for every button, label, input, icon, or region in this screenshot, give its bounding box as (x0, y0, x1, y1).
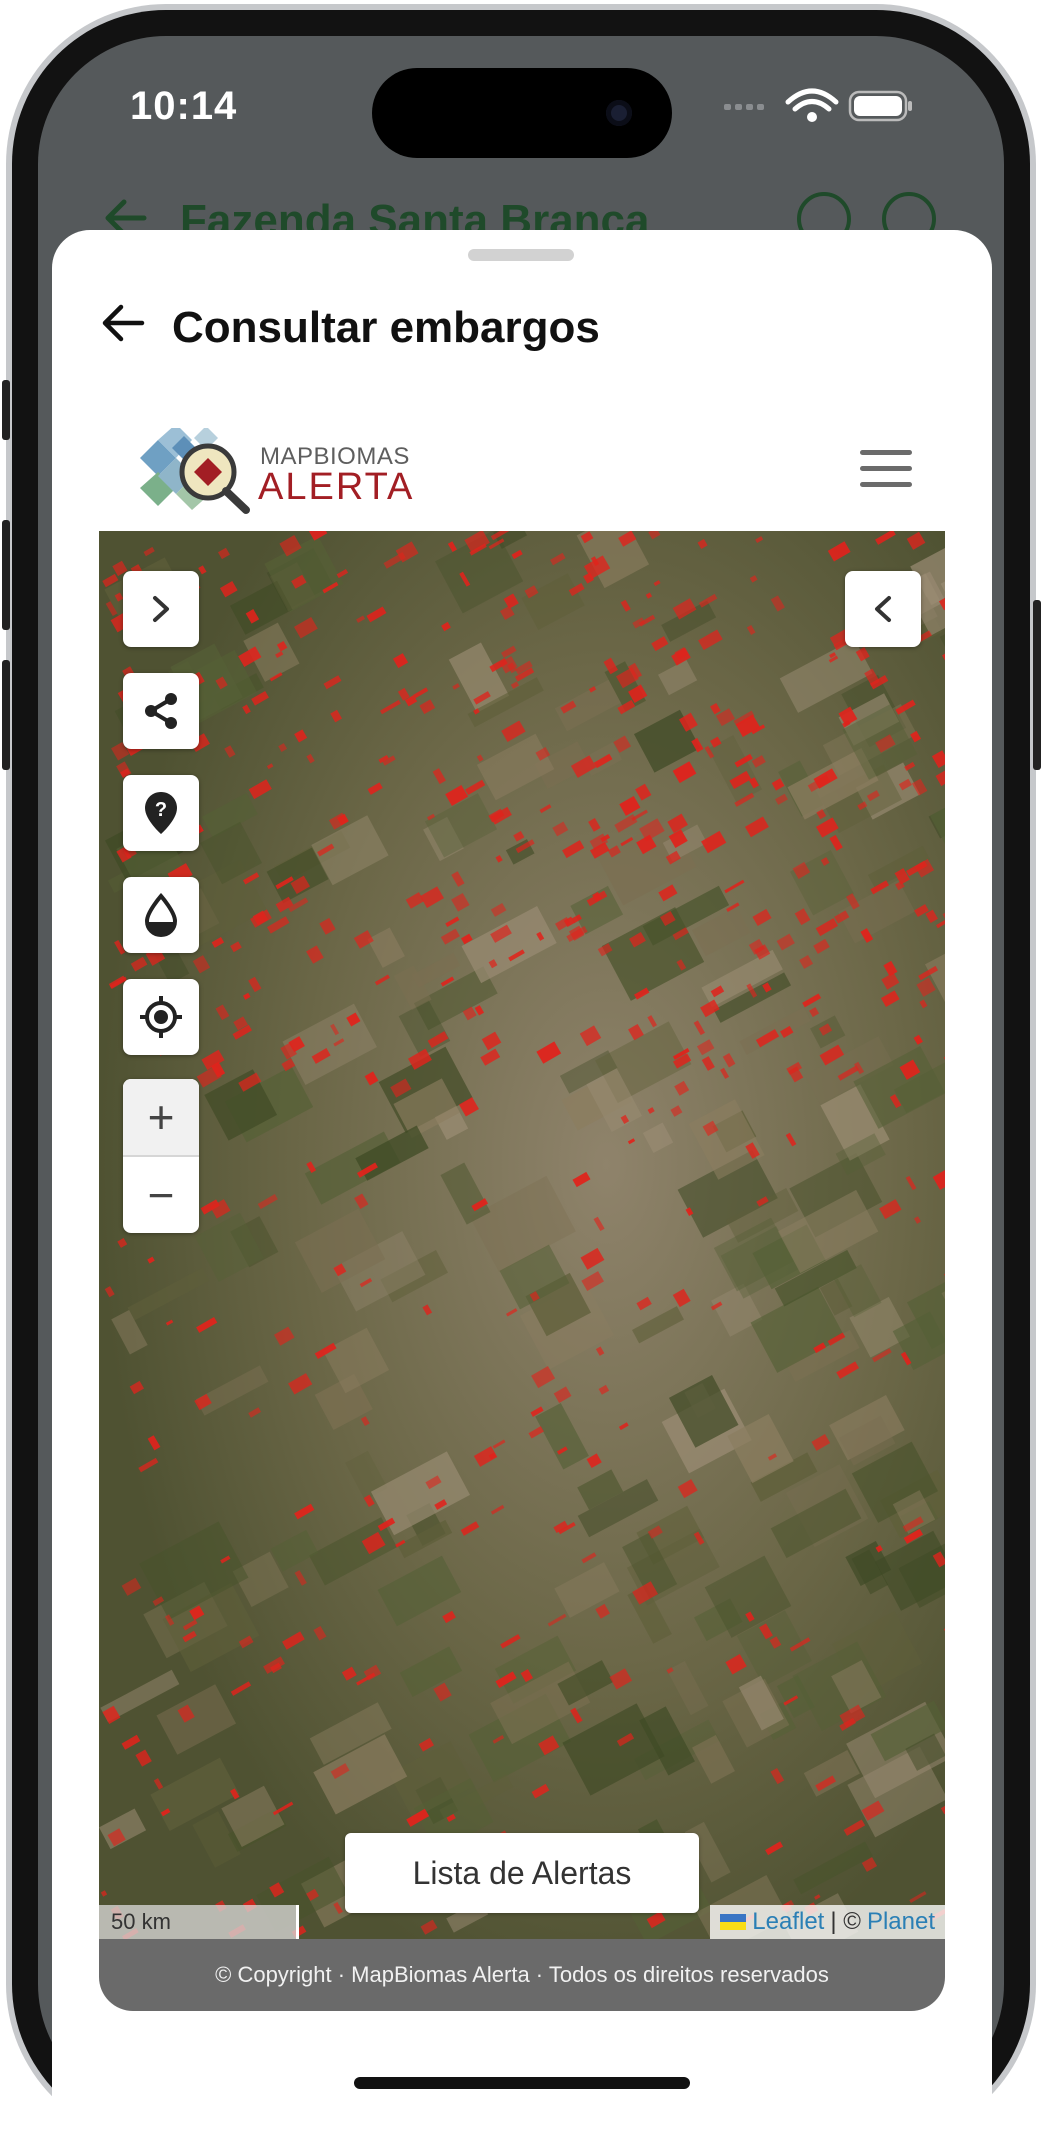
satellite-imagery (99, 531, 945, 1939)
expand-panel-button[interactable] (123, 571, 199, 647)
attribution-separator: | © (830, 1908, 861, 1935)
help-marker-icon: ? (145, 792, 177, 834)
opacity-icon (144, 893, 178, 937)
zoom-control: + − (123, 1079, 199, 1233)
brand-name-bottom: ALERTA (258, 466, 415, 508)
copyright-footer: © Copyright · MapBiomas Alerta · Todos o… (99, 1939, 945, 2011)
alerts-list-button[interactable]: Lista de Alertas (345, 1833, 699, 1913)
status-time: 10:14 (130, 84, 238, 128)
phone-side-button (2, 520, 10, 630)
battery-icon (848, 90, 912, 122)
map-view[interactable]: ? + − Lista de Alertas 50 km Leaflet | ©… (99, 531, 945, 1939)
chevron-left-icon (875, 596, 891, 622)
signal-icon (724, 104, 764, 110)
home-indicator[interactable] (354, 2077, 690, 2089)
ukraine-flag-icon (720, 1914, 747, 1930)
phone-side-button (2, 380, 10, 440)
chevron-right-icon (153, 596, 169, 622)
phone-side-button (2, 660, 10, 770)
locate-button[interactable] (123, 979, 199, 1055)
menu-icon[interactable] (860, 450, 912, 488)
status-icons (724, 86, 924, 126)
page-title: Consultar embargos (172, 303, 600, 352)
leaflet-link[interactable]: Leaflet (752, 1905, 824, 1939)
map-scale: 50 km (99, 1905, 299, 1939)
share-button[interactable] (123, 673, 199, 749)
svg-text:?: ? (155, 799, 167, 821)
back-arrow-icon[interactable] (100, 300, 146, 346)
camera-icon (606, 100, 632, 126)
help-button[interactable]: ? (123, 775, 199, 851)
planet-link[interactable]: Planet (867, 1905, 935, 1939)
share-icon (145, 693, 177, 729)
zoom-in-button[interactable]: + (123, 1079, 199, 1157)
sheet-grabber[interactable] (468, 249, 574, 261)
mapbiomas-logo (134, 424, 260, 514)
wifi-icon (785, 88, 839, 112)
collapse-panel-button[interactable] (845, 571, 921, 647)
opacity-button[interactable] (123, 877, 199, 953)
zoom-out-button[interactable]: − (123, 1157, 199, 1233)
phone-side-button (1033, 600, 1041, 770)
map-attribution: Leaflet | © Planet (710, 1905, 945, 1939)
crosshair-icon (140, 996, 182, 1038)
